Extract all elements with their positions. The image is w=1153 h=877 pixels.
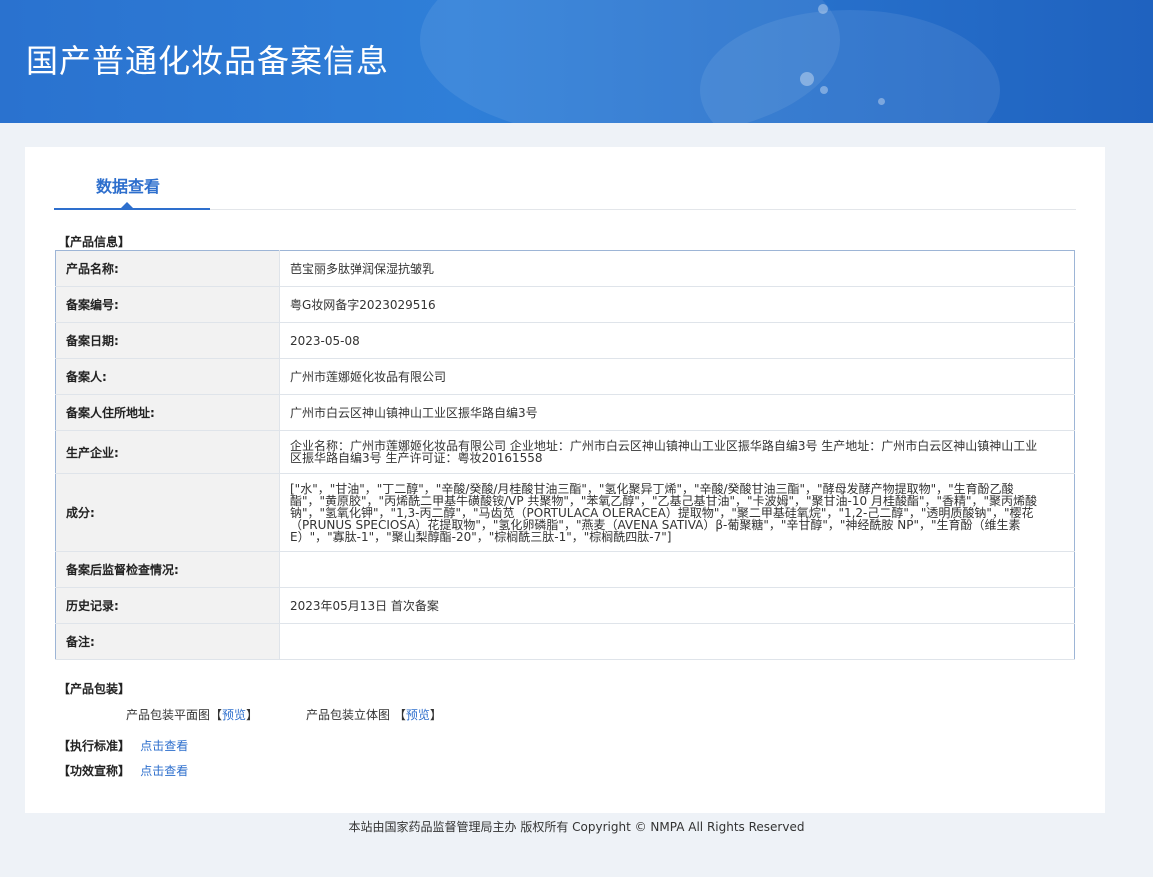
table-row: 备案后监督检查情况:: [55, 551, 1075, 588]
header-banner: 国产普通化妆品备案信息: [0, 0, 1153, 123]
packaging-stereo: 产品包装立体图 【预览】: [306, 706, 442, 723]
table-row: 历史记录: 2023年05月13日 首次备案: [55, 587, 1075, 624]
row-value: 芭宝丽多肽弹润保湿抗皱乳: [279, 250, 1075, 287]
page-footer: 本站由国家药品监督管理局主办 版权所有 Copyright © NMPA All…: [348, 820, 805, 834]
packaging-stereo-label: 产品包装立体图 【: [306, 708, 406, 722]
table-row: 成分: ["水"，"甘油"，"丁二醇"，"辛酸/癸酸/月桂酸甘油三酯"，"氢化聚异…: [55, 473, 1075, 552]
table-row: 备注:: [55, 623, 1075, 660]
row-value: 2023年05月13日 首次备案: [279, 587, 1075, 624]
table-row: 备案人住所地址: 广州市白云区神山镇神山工业区振华路自编3号: [55, 394, 1075, 431]
packaging-flat-label: 产品包装平面图【: [126, 708, 223, 722]
row-value: 粤G妆网备字2023029516: [279, 286, 1075, 323]
tab-data-view-label: 数据查看: [96, 177, 161, 196]
table-row: 备案编号: 粤G妆网备字2023029516: [55, 286, 1075, 323]
packaging-stereo-preview-link[interactable]: 预览: [406, 708, 430, 722]
row-label: 生产企业:: [55, 430, 280, 474]
row-label: 成分:: [55, 473, 280, 552]
row-value: [279, 551, 1075, 588]
banner-decor-dot: [800, 72, 814, 86]
row-value: 广州市白云区神山镇神山工业区振华路自编3号: [279, 394, 1075, 431]
product-info-table: 产品名称: 芭宝丽多肽弹润保湿抗皱乳 备案编号: 粤G妆网备字2023029516 备案…: [55, 250, 1075, 660]
packaging-stereo-bracket: 】: [429, 708, 442, 722]
row-value: ["水"，"甘油"，"丁二醇"，"辛酸/癸酸/月桂酸甘油三酯"，"氢化聚异丁烯"…: [279, 473, 1075, 552]
packaging-flat-bracket: 】: [246, 708, 259, 722]
table-row: 生产企业: 企业名称：广州市莲娜姬化妆品有限公司 企业地址：广州市白云区神山镇神山…: [55, 430, 1075, 474]
tab-bar: 数据查看: [54, 147, 1076, 210]
product-info-title: 【产品信息】: [58, 235, 131, 249]
tab-data-view[interactable]: 数据查看: [54, 147, 210, 210]
row-label: 备案编号:: [55, 286, 280, 323]
row-label: 备案人:: [55, 358, 280, 395]
row-value: 2023-05-08: [279, 322, 1075, 359]
row-value: 广州市莲娜姬化妆品有限公司: [279, 358, 1075, 395]
row-value: [279, 623, 1075, 660]
packaging-flat: 产品包装平面图【预览】: [126, 706, 258, 723]
page-title: 国产普通化妆品备案信息: [26, 42, 390, 80]
standard-title: 【执行标准】: [58, 739, 131, 753]
row-label: 历史记录:: [55, 587, 280, 624]
row-label: 备案人住所地址:: [55, 394, 280, 431]
row-label: 产品名称:: [55, 250, 280, 287]
efficacy-title: 【功效宣称】: [58, 764, 131, 778]
banner-decor-dot: [878, 98, 885, 105]
standard-view-link[interactable]: 点击查看: [140, 739, 188, 753]
packaging-flat-preview-link[interactable]: 预览: [222, 708, 246, 722]
tab-caret-icon: [121, 202, 133, 208]
standard-row: 【执行标准】 点击查看: [58, 737, 188, 754]
row-label: 备注:: [55, 623, 280, 660]
table-row: 备案日期: 2023-05-08: [55, 322, 1075, 359]
efficacy-view-link[interactable]: 点击查看: [140, 764, 188, 778]
row-label: 备案日期:: [55, 322, 280, 359]
packaging-title: 【产品包装】: [58, 682, 131, 696]
efficacy-row: 【功效宣称】 点击查看: [58, 762, 188, 779]
table-row: 产品名称: 芭宝丽多肽弹润保湿抗皱乳: [55, 250, 1075, 287]
table-row: 备案人: 广州市莲娜姬化妆品有限公司: [55, 358, 1075, 395]
main-card: 数据查看 【产品信息】 产品名称: 芭宝丽多肽弹润保湿抗皱乳 备案编号: 粤G妆网备字…: [25, 147, 1105, 813]
row-value: 企业名称：广州市莲娜姬化妆品有限公司 企业地址：广州市白云区神山镇神山工业区振华…: [279, 430, 1075, 474]
banner-decor-dot: [820, 86, 828, 94]
row-label: 备案后监督检查情况:: [55, 551, 280, 588]
banner-decor-dot: [818, 4, 828, 14]
